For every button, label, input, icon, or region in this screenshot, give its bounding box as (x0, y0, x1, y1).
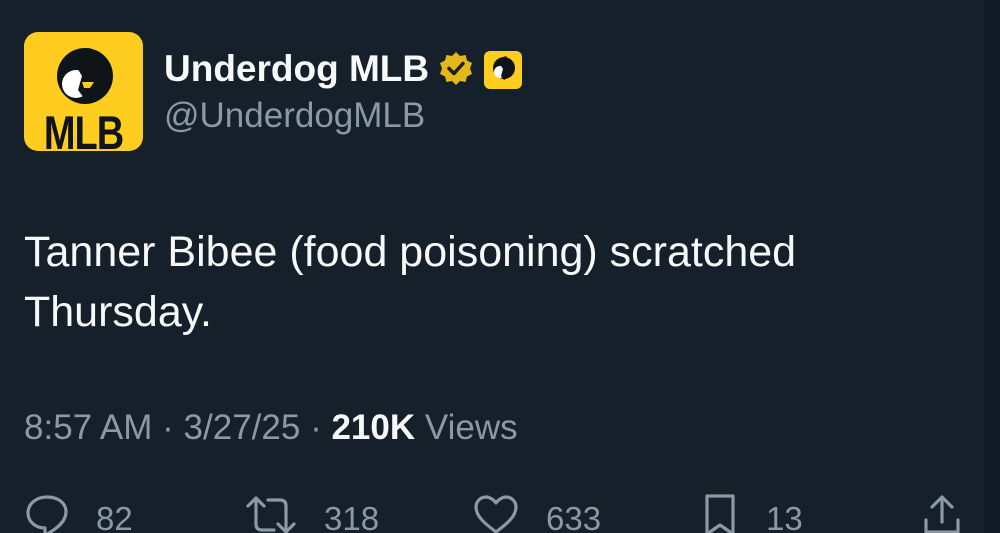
bookmark-button[interactable]: 13 (700, 492, 803, 533)
avatar[interactable]: MLB (24, 32, 143, 151)
retweet-icon (246, 496, 296, 533)
scrollbar[interactable] (984, 0, 1000, 533)
tweet-actions: 82 318 633 13 (24, 492, 974, 533)
retweet-button[interactable]: 318 (244, 492, 379, 533)
tweet-detail: MLB Underdog MLB @UnderdogMLB Tanner Bib… (0, 0, 1000, 533)
bookmark-icon (705, 494, 735, 533)
verified-badge-icon[interactable] (437, 50, 475, 88)
affiliate-badge-icon[interactable] (483, 50, 523, 89)
meta-separator: · (162, 408, 174, 447)
author-name-row: Underdog MLB (164, 44, 523, 94)
bookmark-count: 13 (766, 500, 803, 533)
avatar-label: MLB (43, 107, 124, 151)
author-handle[interactable]: @UnderdogMLB (164, 96, 425, 136)
reply-button[interactable]: 82 (24, 492, 133, 533)
views-label: Views (424, 408, 518, 447)
like-count: 633 (546, 500, 602, 533)
like-icon (474, 495, 518, 533)
meta-separator: · (310, 408, 322, 447)
reply-icon (26, 495, 68, 533)
author-display-name[interactable]: Underdog MLB (164, 48, 429, 90)
retweet-count: 318 (324, 500, 380, 533)
reply-count: 82 (96, 500, 133, 533)
share-icon (924, 495, 960, 533)
tweet-text: Tanner Bibee (food poisoning) scratched … (24, 228, 797, 336)
like-button[interactable]: 633 (472, 492, 601, 533)
tweet-time[interactable]: 8:57 AM (24, 408, 152, 447)
views-count[interactable]: 210K (331, 408, 415, 447)
tweet-meta: 8:57 AM · 3/27/25 · 210K Views (24, 408, 518, 448)
share-button[interactable] (920, 492, 964, 533)
tweet-date[interactable]: 3/27/25 (184, 408, 301, 447)
